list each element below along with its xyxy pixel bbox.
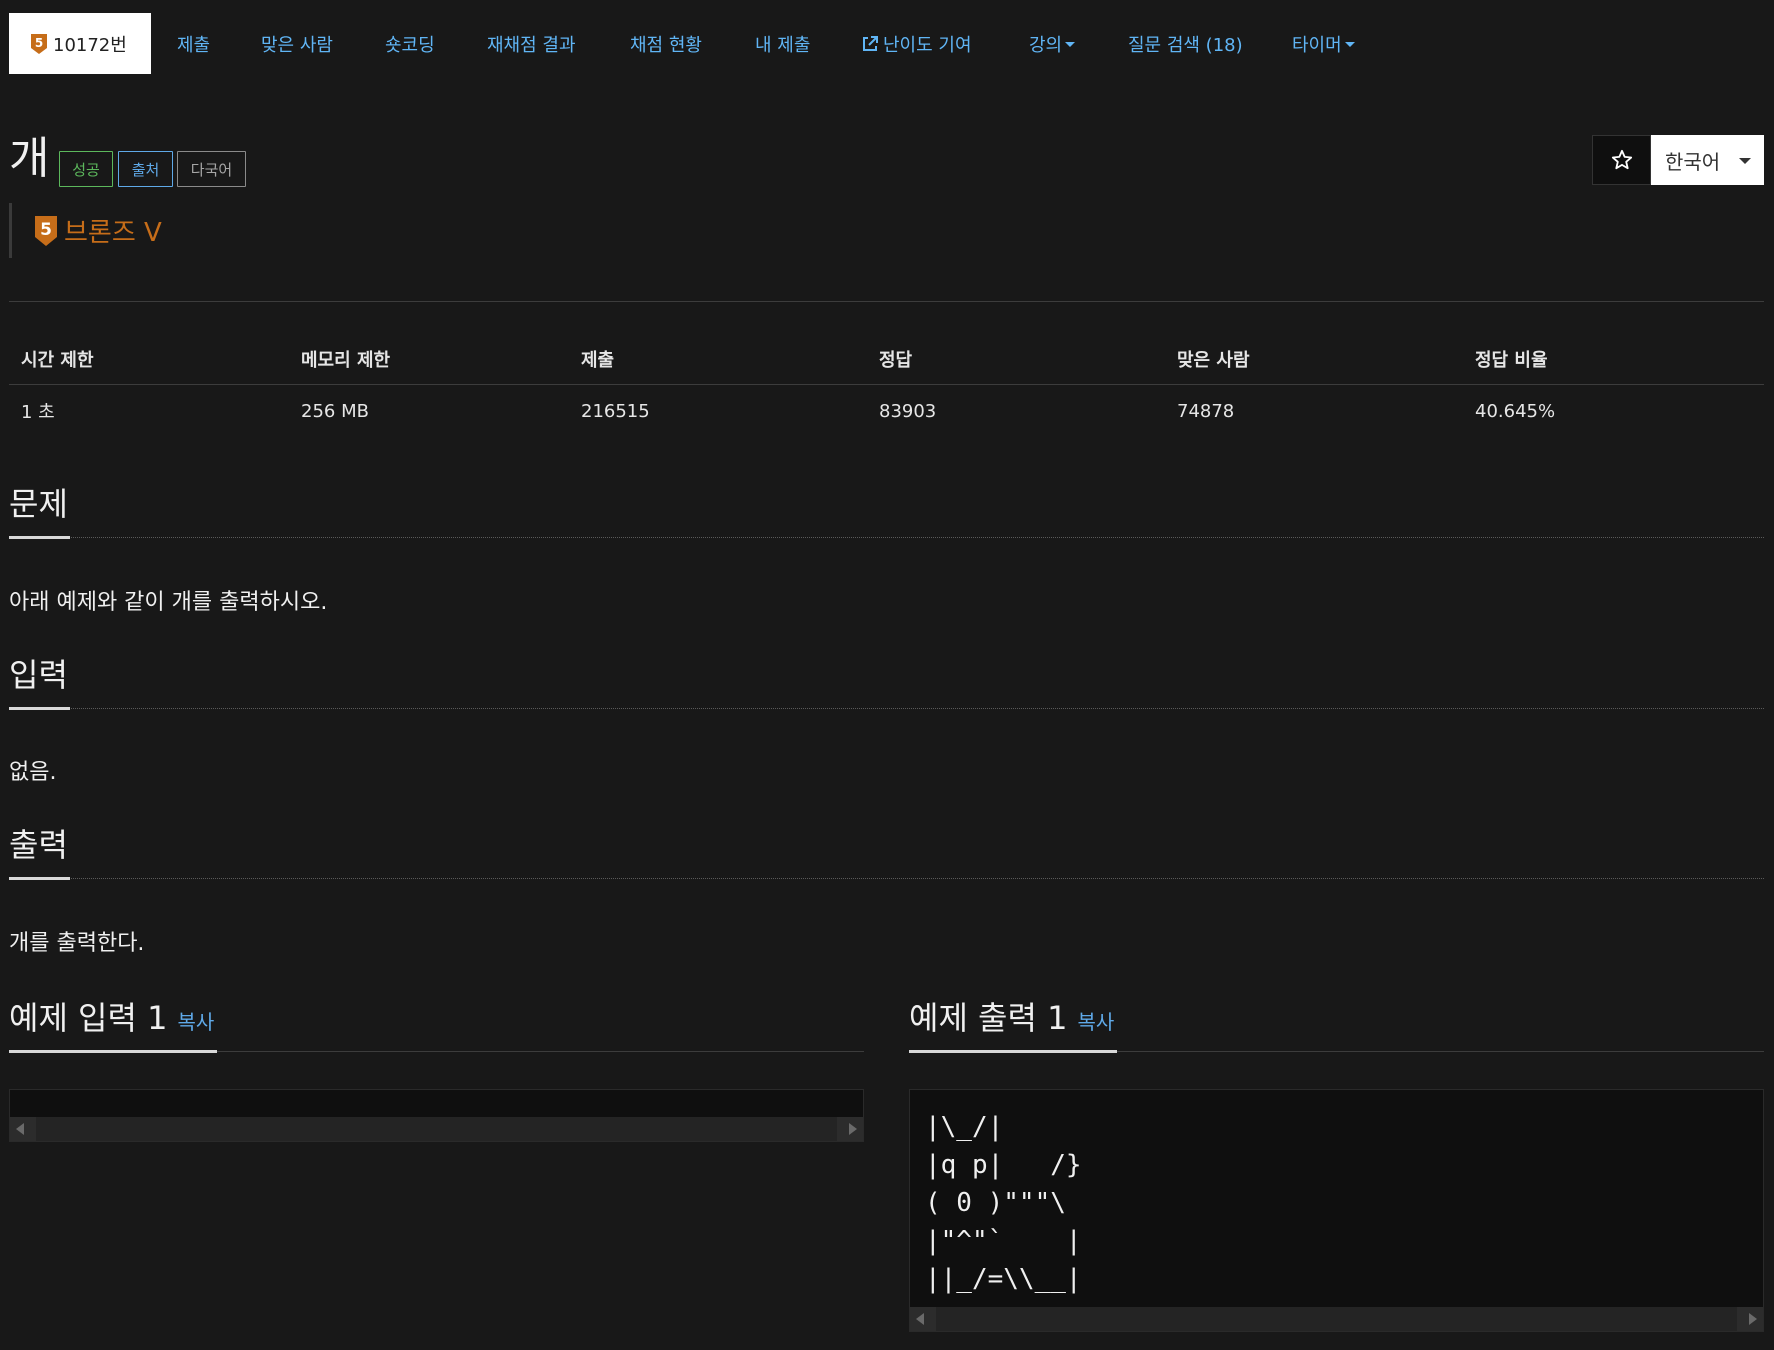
section-problem-body: 아래 예제와 같이 개를 출력하시오. <box>9 590 328 615</box>
value-accept-rate: 40.645% <box>1475 400 1556 422</box>
nav-my-submissions[interactable]: 내 제출 <box>755 13 810 74</box>
section-output-title: 출력 <box>9 826 68 864</box>
caret-down-icon <box>1065 42 1076 47</box>
nav-difficulty-contribution-label: 난이도 기여 <box>883 34 972 56</box>
svg-text:5: 5 <box>35 36 43 50</box>
section-problem-title: 문제 <box>9 485 68 523</box>
nav-timer-label: 타이머 <box>1292 34 1342 56</box>
scroll-right-button[interactable] <box>1737 1307 1763 1331</box>
header-accepted-users: 맞은 사람 <box>1177 349 1250 371</box>
problem-info-table: 시간 제한 메모리 제한 제출 정답 맞은 사람 정답 비율 1 초 256 M… <box>9 333 1764 437</box>
nav-problem-id[interactable]: 5 10172번 <box>9 13 151 74</box>
section-underline <box>9 707 70 710</box>
copy-sample-output-button[interactable]: 복사 <box>1077 1010 1114 1034</box>
header-time-limit: 시간 제한 <box>21 349 94 371</box>
external-link-icon <box>863 35 878 51</box>
sample-input-text <box>10 1090 863 1108</box>
nav-lectures-label: 강의 <box>1029 34 1063 56</box>
tier-name[interactable]: 브론즈 V <box>64 212 162 249</box>
svg-text:5: 5 <box>40 220 52 240</box>
sample-output-header: 예제 출력 1 복사 <box>909 996 1764 1053</box>
horizontal-scrollbar[interactable] <box>10 1117 863 1141</box>
section-problem-header: 문제 <box>9 482 1764 539</box>
section-underline <box>909 1050 1117 1053</box>
nav-short-coding[interactable]: 숏코딩 <box>385 13 435 74</box>
arrow-right-icon <box>849 1123 857 1135</box>
nav-difficulty-contribution[interactable]: 난이도 기여 <box>861 13 972 74</box>
caret-down-icon <box>1739 158 1751 164</box>
sample-output-text: |\_/| |q p| /} ( 0 )"""\ |"^"` | ||_/=\\… <box>925 1112 1082 1294</box>
table-row: 1 초 256 MB 216515 83903 74878 40.645% <box>9 385 1764 437</box>
label-success[interactable]: 성공 <box>59 151 113 187</box>
section-input-header: 입력 <box>9 653 1764 710</box>
section-underline <box>9 1050 217 1053</box>
value-memory-limit: 256 MB <box>301 400 369 422</box>
nav-lectures-dropdown[interactable]: 강의 <box>1029 13 1076 74</box>
scroll-right-button[interactable] <box>837 1117 863 1141</box>
sample-output-title: 예제 출력 1 <box>909 999 1068 1037</box>
section-underline <box>9 536 70 539</box>
label-multilingual[interactable]: 다국어 <box>177 151 246 187</box>
sample-input-title: 예제 입력 1 <box>9 999 168 1037</box>
header-accepted: 정답 <box>879 349 913 371</box>
header-submissions: 제출 <box>581 349 615 371</box>
sample-output-heading: 예제 출력 1 복사 <box>909 996 1114 1044</box>
sample-input-box[interactable] <box>9 1089 864 1142</box>
sample-input-heading: 예제 입력 1 복사 <box>9 996 214 1044</box>
arrow-left-icon <box>16 1123 24 1135</box>
star-icon <box>1611 149 1632 170</box>
section-input-body: 없음. <box>9 760 57 785</box>
copy-sample-input-button[interactable]: 복사 <box>177 1010 214 1034</box>
nav-problem-id-label: 10172번 <box>53 34 127 56</box>
scroll-left-button[interactable] <box>10 1117 36 1141</box>
bronze-tier-icon: 5 <box>35 215 57 246</box>
nav-submit[interactable]: 제출 <box>177 13 210 74</box>
value-accepted-users: 74878 <box>1177 400 1235 422</box>
nav-question-search[interactable]: 질문 검색 (18) <box>1128 13 1243 74</box>
nav-timer-dropdown[interactable]: 타이머 <box>1292 13 1355 74</box>
bronze-tier-icon: 5 <box>31 33 47 54</box>
problem-menu: 5 10172번 제출 맞은 사람 숏코딩 재채점 결과 채점 현황 내 제출 … <box>9 13 1769 74</box>
section-input-title: 입력 <box>9 656 68 694</box>
arrow-right-icon <box>1749 1313 1757 1325</box>
value-time-limit: 1 초 <box>21 402 55 423</box>
table-header-row: 시간 제한 메모리 제한 제출 정답 맞은 사람 정답 비율 <box>9 333 1764 385</box>
section-output-body: 개를 출력한다. <box>9 931 145 956</box>
arrow-left-icon <box>916 1313 924 1325</box>
favorite-button[interactable] <box>1592 135 1651 185</box>
problem-tier: 5 브론즈 V <box>9 203 162 258</box>
header-memory-limit: 메모리 제한 <box>301 349 391 371</box>
nav-accepted-users[interactable]: 맞은 사람 <box>261 13 333 74</box>
divider <box>9 301 1764 302</box>
problem-title: 개 <box>9 133 50 184</box>
language-select-value: 한국어 <box>1665 149 1721 174</box>
horizontal-scrollbar[interactable] <box>910 1307 1763 1331</box>
nav-judge-status[interactable]: 채점 현황 <box>630 13 702 74</box>
language-select[interactable]: 한국어 <box>1651 135 1764 185</box>
problem-actions: 한국어 <box>1592 135 1764 185</box>
label-source[interactable]: 출처 <box>118 151 173 187</box>
nav-rejudge-results[interactable]: 재채점 결과 <box>487 13 576 74</box>
sample-input-header: 예제 입력 1 복사 <box>9 996 864 1053</box>
header-accept-rate: 정답 비율 <box>1475 349 1548 371</box>
section-output-header: 출력 <box>9 823 1764 880</box>
scroll-left-button[interactable] <box>910 1307 936 1331</box>
value-accepted: 83903 <box>879 400 937 422</box>
value-submissions: 216515 <box>581 400 650 422</box>
sample-output-box[interactable]: |\_/| |q p| /} ( 0 )"""\ |"^"` | ||_/=\\… <box>909 1089 1764 1332</box>
caret-down-icon <box>1344 42 1355 47</box>
section-underline <box>9 877 70 880</box>
